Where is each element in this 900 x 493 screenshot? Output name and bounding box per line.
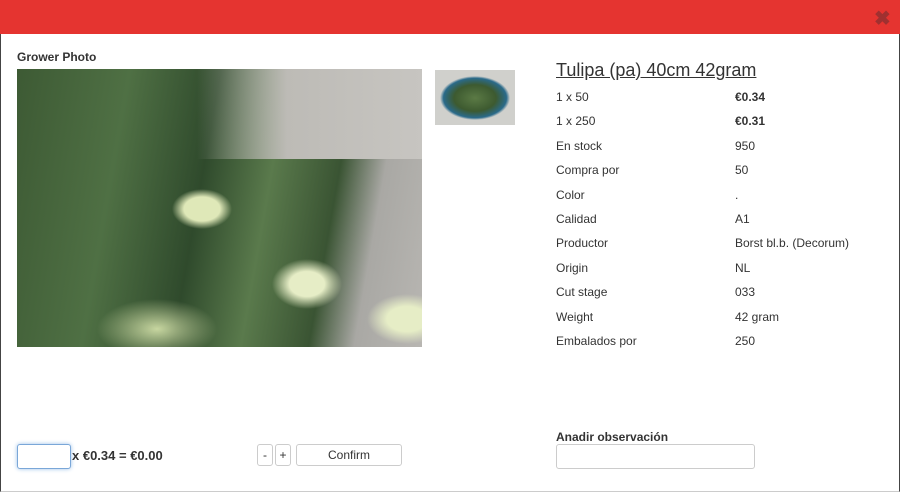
detail-row: Origin NL [556, 261, 896, 277]
detail-label: Compra por [556, 163, 620, 178]
product-thumbnail[interactable] [435, 70, 515, 125]
detail-value: A1 [735, 212, 750, 226]
detail-row: En stock 950 [556, 139, 896, 155]
detail-value: 50 [735, 163, 749, 178]
detail-row: Compra por 50 [556, 163, 896, 179]
detail-row: Weight 42 gram [556, 310, 896, 326]
detail-row: 1 x 250 €0.31 [556, 114, 896, 130]
detail-row: Color. [556, 188, 896, 204]
price-calculation: x €0.34 = €0.00 [72, 448, 163, 463]
decrement-button[interactable]: - [257, 444, 273, 466]
detail-row: Embalados por 250 [556, 334, 896, 350]
detail-row: Calidad A1 [556, 212, 896, 228]
modal-header: ✖ [0, 0, 900, 34]
detail-value: NL [735, 260, 751, 275]
detail-value: 42 gram [735, 309, 780, 324]
detail-row: 1 x 50 €0.34 [556, 90, 896, 106]
detail-value: 033 [735, 285, 756, 300]
detail-label: Origin [556, 260, 589, 275]
detail-label: 1 x 250 [556, 114, 596, 129]
detail-label: 1 x 50 [556, 90, 589, 104]
detail-value: 250 [735, 334, 756, 348]
detail-row: Productor Borst bl.b. (Decorum) [556, 236, 896, 252]
quantity-input[interactable] [17, 444, 71, 469]
observation-label: Anadir observación [556, 430, 669, 444]
detail-label: Calidad [556, 212, 597, 226]
confirm-button[interactable]: Confirm [296, 444, 402, 466]
detail-label: En stock [556, 138, 603, 153]
detail-value: €0.34 [735, 90, 766, 104]
detail-value: Borst bl.b. (Decorum) [735, 236, 850, 251]
detail-label: Weight [556, 309, 594, 324]
grower-photo-title: Grower Photo [17, 50, 97, 64]
grower-photo [17, 69, 422, 347]
product-title[interactable]: Tulipa (pa) 40cm 42gram [556, 60, 756, 81]
observation-input[interactable] [556, 444, 755, 469]
increment-button[interactable]: + [275, 444, 291, 466]
detail-value: 950 [735, 138, 756, 153]
close-icon[interactable]: ✖ [874, 6, 891, 31]
detail-row: Cut stage 033 [556, 285, 896, 301]
detail-label: Color [556, 187, 585, 202]
detail-value: €0.31 [735, 114, 766, 129]
detail-label: Productor [556, 236, 609, 251]
detail-label: Cut stage [556, 285, 608, 300]
detail-label: Embalados por [556, 334, 637, 348]
detail-value: . [735, 187, 739, 202]
